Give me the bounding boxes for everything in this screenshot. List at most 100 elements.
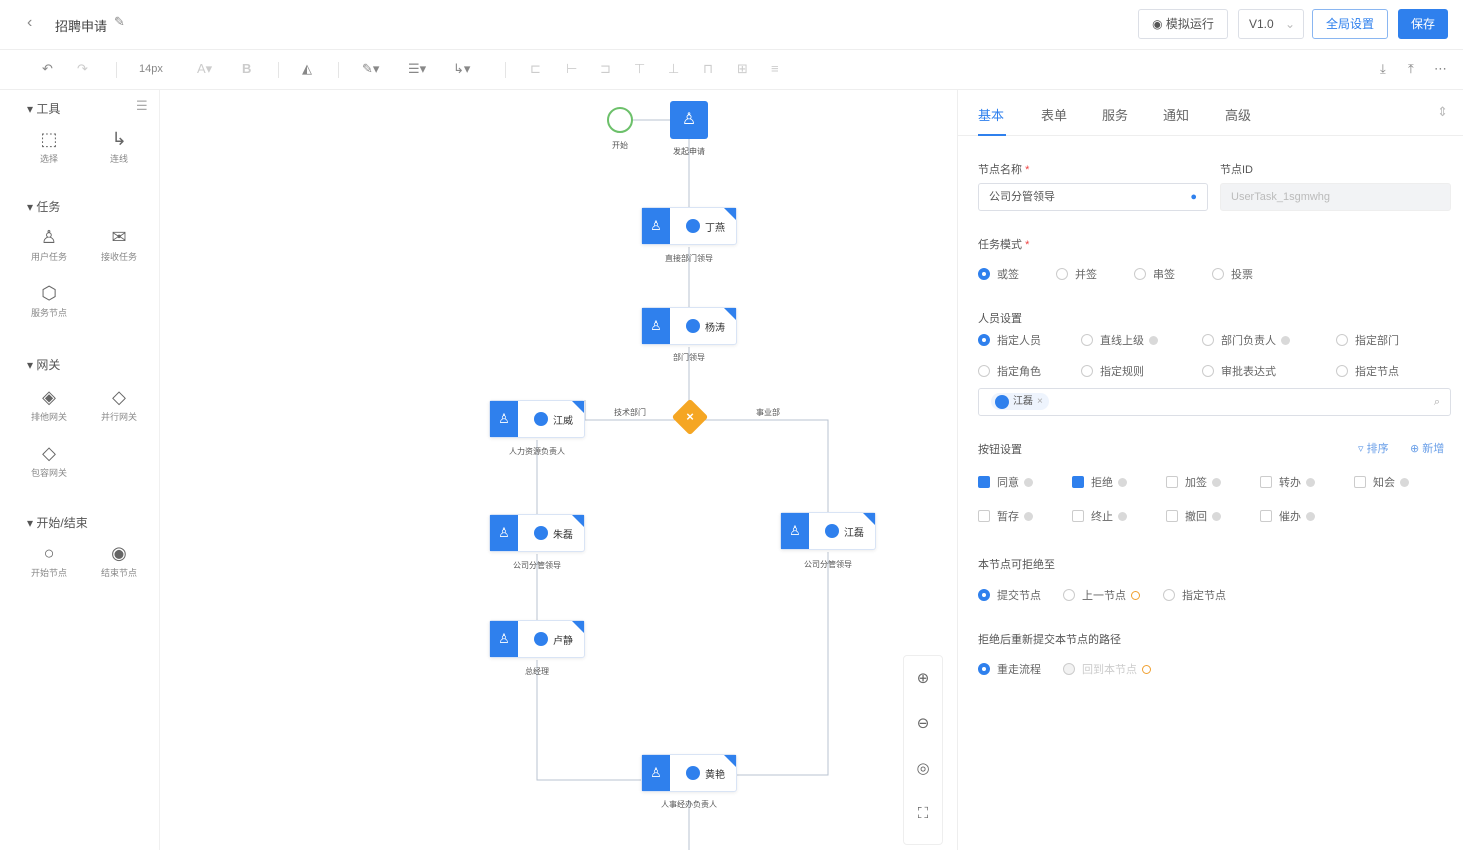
zoom-in-icon[interactable]: ⊕ [904,656,942,701]
zoom-out-icon[interactable]: ⊖ [904,701,942,746]
radio-and-sign[interactable]: 并签 [1056,266,1097,282]
upload-icon[interactable]: ⤒ [1408,61,1414,77]
sort-link[interactable]: ▿ 排序 [1358,440,1389,456]
fill-color-icon[interactable]: ◭ [302,61,312,77]
simulate-button[interactable]: ◉ 模拟运行 [1138,9,1228,39]
distribute-h-icon[interactable]: ⊞ [737,61,748,77]
radio-specified-rule[interactable]: 指定规则 [1081,363,1144,379]
start-event[interactable] [607,107,633,133]
radio-restart-flow[interactable]: 重走流程 [978,661,1041,677]
tab-form[interactable]: 表单 [1041,105,1067,124]
tab-basic[interactable]: 基本 [978,105,1004,124]
align-middle-icon[interactable]: ⊥ [668,61,679,77]
flow-canvas[interactable]: 开始 ♙ 发起申请 ♙ 丁燕 直接部门领导 ♙ 杨涛 部门领导 × 技术部门 事业部… [160,90,957,850]
approval-node[interactable]: ♙ 卢静 [489,620,585,658]
line-color-icon[interactable]: ✎▾ [362,61,379,77]
radio-back-to-node[interactable]: 回到本节点 [1063,661,1151,677]
person-picker[interactable]: 江磊 × ⌕ [978,388,1451,416]
radio-specified-person[interactable]: 指定人员 [978,332,1041,348]
add-button-link[interactable]: ⊕ 新增 [1410,440,1444,456]
radio-reject-specified-node[interactable]: 指定节点 [1163,587,1226,603]
global-settings-button[interactable]: 全局设置 [1312,9,1388,39]
checkbox-save-draft[interactable]: 暂存 [978,508,1033,524]
tab-advanced[interactable]: 高级 [1225,105,1251,124]
edge[interactable] [703,419,829,512]
palette-item-exclusive-gateway[interactable]: ◈ 排他网关 [24,386,74,423]
checkbox-withdraw[interactable]: 撤回 [1166,508,1221,524]
version-select[interactable]: V1.0 ⌄ [1238,9,1304,39]
radio-vote[interactable]: 投票 [1212,266,1253,282]
checkbox-add-sign[interactable]: 加签 [1166,474,1221,490]
radio-or-sign[interactable]: 或签 [978,266,1019,282]
more-icon[interactable]: ⋯ [1434,61,1447,77]
node-name-input[interactable]: 公司分管领导 ● [978,183,1208,211]
align-bottom-icon[interactable]: ⊓ [703,61,713,77]
undo-icon[interactable]: ↶ [42,61,53,77]
align-left-icon[interactable]: ⊏ [530,61,541,77]
approval-node[interactable]: ♙ 杨涛 [641,307,737,345]
node-corner-flag [572,515,584,527]
palette-item-end-node[interactable]: ◉ 结束节点 [94,542,144,579]
edge[interactable] [737,552,829,776]
palette-item-parallel-gateway[interactable]: ◇ 并行网关 [94,386,144,423]
palette-item-user-task[interactable]: ♙ 用户任务 [24,226,74,263]
save-button[interactable]: 保存 [1398,9,1448,39]
palette-item-start-node[interactable]: ○ 开始节点 [24,542,74,579]
redo-icon[interactable]: ↷ [77,61,88,77]
palette-group-tasks[interactable]: ▾ 任务 [27,198,60,215]
collapse-palette-icon[interactable]: ☰ [136,98,148,114]
align-center-icon[interactable]: ⊢ [566,61,577,77]
approval-node[interactable]: ♙ 丁燕 [641,207,737,245]
radio-reject-submit-node[interactable]: 提交节点 [978,587,1041,603]
approval-node[interactable]: ♙ 朱磊 [489,514,585,552]
palette-item-service-node[interactable]: ⬡ 服务节点 [24,282,74,319]
palette-group-gateways[interactable]: ▾ 网关 [27,356,60,373]
search-icon[interactable]: ⌕ [1434,389,1440,415]
palette-group-start-end[interactable]: ▾ 开始/结束 [27,514,88,531]
approval-node[interactable]: ♙ 江威 [489,400,585,438]
radio-reject-prev-node[interactable]: 上一节点 [1063,587,1140,603]
connector-type-icon[interactable]: ↳▾ [453,61,470,77]
panel-collapse-icon[interactable]: ⇕ [1437,104,1448,120]
radio-dot [1056,268,1068,280]
center-icon[interactable]: ◎ [904,746,942,791]
palette-item-inclusive-gateway[interactable]: ◇ 包容网关 [24,442,74,479]
checkbox-transfer[interactable]: 转办 [1260,474,1315,490]
align-top-icon[interactable]: ⊤ [634,61,645,77]
palette-item-receive-task[interactable]: ✉ 接收任务 [94,226,144,263]
initiator-node[interactable]: ♙ [670,101,708,139]
font-color-icon[interactable]: A▾ [197,61,212,77]
edge[interactable] [536,660,641,781]
exclusive-gateway[interactable]: × [671,398,709,436]
radio-serial-sign[interactable]: 串签 [1134,266,1175,282]
radio-dept-head[interactable]: 部门负责人 [1202,332,1290,348]
download-icon[interactable]: ⤓ [1380,61,1386,77]
fit-view-icon[interactable]: ⛶ [904,791,942,836]
back-icon[interactable]: ‹ [27,14,32,32]
radio-specified-role[interactable]: 指定角色 [978,363,1041,379]
palette-group-tools[interactable]: ▾ 工具 [27,100,60,117]
pencil-icon[interactable]: ✎ [114,14,125,30]
checkbox-reject[interactable]: 拒绝 [1072,474,1127,490]
palette-item-select[interactable]: ⬚ 选择 [24,128,74,165]
line-style-icon[interactable]: ☰▾ [408,61,426,77]
checkbox-terminate[interactable]: 终止 [1072,508,1127,524]
tab-service[interactable]: 服务 [1102,105,1128,124]
checkbox-notify[interactable]: 知会 [1354,474,1409,490]
bold-icon[interactable]: B [242,61,251,76]
avatar [534,526,548,540]
approval-node[interactable]: ♙ 黄艳 [641,754,737,792]
palette-item-connect[interactable]: ↳ 连线 [94,128,144,165]
approval-node[interactable]: ♙ 江磊 [780,512,876,550]
checkbox-agree[interactable]: 同意 [978,474,1033,490]
align-right-icon[interactable]: ⊐ [600,61,611,77]
tab-notify[interactable]: 通知 [1163,105,1189,124]
radio-expression[interactable]: 审批表达式 [1202,363,1276,379]
distribute-v-icon[interactable]: ≡ [771,61,779,76]
radio-specified-dept[interactable]: 指定部门 [1336,332,1399,348]
close-icon[interactable]: × [1037,393,1043,410]
checkbox-urge[interactable]: 催办 [1260,508,1315,524]
radio-specified-node[interactable]: 指定节点 [1336,363,1399,379]
radio-direct-superior[interactable]: 直线上级 [1081,332,1158,348]
font-size-select[interactable]: 14px [139,63,163,75]
